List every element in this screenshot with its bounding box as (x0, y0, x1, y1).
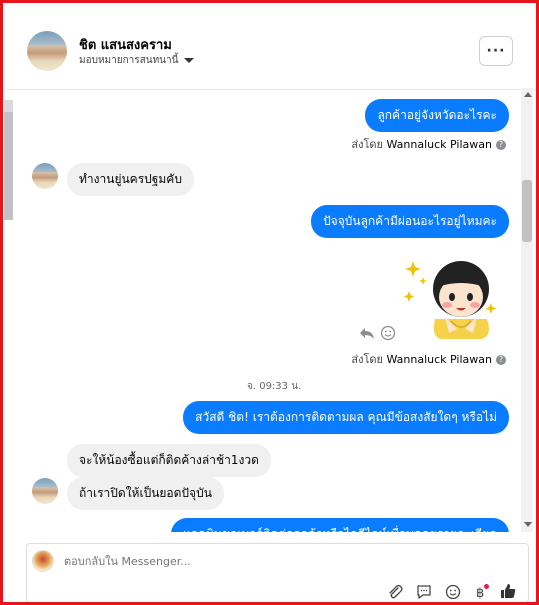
assign-label: มอบหมายการสนทนานี้ (79, 55, 179, 66)
react-emoji-icon[interactable] (380, 325, 396, 341)
contact-avatar[interactable] (27, 31, 67, 71)
incoming-message: ถ้าเราปิดให้เป็นยอดปัจุบัน (67, 477, 224, 510)
svg-text:฿: ฿ (476, 586, 484, 600)
caret-down-icon (184, 57, 195, 63)
conversation-header: ชิต แสนสงคราม มอบหมายการสนทนานี้ ··· (6, 6, 536, 90)
sent-by-prefix: ส่งโดย (351, 138, 383, 151)
scroll-up-arrow-icon[interactable] (524, 92, 532, 97)
message-timestamp: จ. 09:33 น. (247, 381, 302, 392)
sent-by-prefix: ส่งโดย (351, 353, 383, 366)
scroll-down-arrow-icon[interactable] (524, 522, 532, 527)
assign-conversation-dropdown[interactable]: มอบหมายการสนทนานี้ (79, 53, 195, 68)
sent-by-label: ส่งโดย Wannaluck Pilawan? (351, 350, 506, 368)
info-icon[interactable]: ? (496, 140, 506, 150)
baht-icon[interactable]: ฿ (472, 583, 490, 601)
sent-by-label: ส่งโดย Wannaluck Pilawan? (351, 135, 506, 153)
outgoing-message: ปัจจุบันลูกค้ามีผ่อนอะไรอยู่ไหมคะ (311, 205, 509, 238)
paperclip-icon[interactable] (386, 583, 404, 601)
message-thread: ลูกค้าอยู่จังหวัดอะไรคะ ส่งโดย Wannaluck… (16, 88, 524, 532)
incoming-message: ทำงานยู่นครปฐมคับ (67, 163, 194, 196)
outgoing-message: แอดมินขอเบอร์ติดต่อลูกค้าหรือไอดีไลน์เพื… (171, 518, 509, 532)
speech-bubble-icon[interactable] (415, 583, 433, 601)
contact-avatar-small (32, 163, 58, 189)
thumbs-up-icon[interactable] (499, 582, 517, 600)
girl-sticker-icon (403, 261, 497, 339)
page-avatar (32, 550, 54, 572)
reply-input[interactable] (64, 552, 464, 570)
outgoing-message: สวัสดี ชิต! เราต้องการติดตามผล คุณมีข้อส… (183, 401, 509, 434)
sender-name: Wannaluck Pilawan (386, 138, 493, 151)
left-panel-scroll-thumb[interactable] (4, 112, 13, 220)
chat-scrollbar[interactable] (521, 88, 533, 532)
sender-name: Wannaluck Pilawan (386, 353, 493, 366)
contact-name[interactable]: ชิต แสนสงคราม (79, 34, 172, 55)
outgoing-message: ลูกค้าอยู่จังหวัดอะไรคะ (365, 99, 509, 132)
chat-scroll-thumb[interactable] (522, 180, 532, 242)
info-icon[interactable]: ? (496, 355, 506, 365)
reply-icon[interactable] (359, 325, 375, 341)
more-options-button[interactable]: ··· (479, 36, 513, 66)
app-frame: ชิต แสนสงคราม มอบหมายการสนทนานี้ ··· ลูก… (0, 0, 539, 605)
smiley-icon[interactable] (444, 583, 462, 601)
sticker-image (401, 241, 506, 339)
incoming-message: จะให้น้องซื้อแต่ก็ติดค้างล่าช้า1งวด (67, 444, 271, 477)
contact-avatar-small (32, 478, 58, 504)
